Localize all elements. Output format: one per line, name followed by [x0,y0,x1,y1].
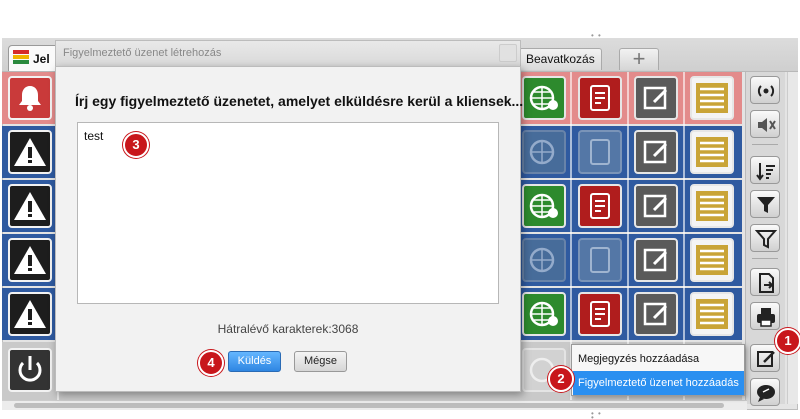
callout-badge: 2 [548,366,574,392]
dialog-titlebar[interactable]: Figyelmeztető üzenet létrehozás [55,40,521,66]
chat-button[interactable] [750,378,780,406]
warning-icon[interactable] [8,238,52,282]
globe-location-icon[interactable] [522,130,566,174]
remaining-characters: Hátralévő karakterek:3068 [55,322,521,336]
report-icon[interactable] [578,292,622,336]
globe-location-icon[interactable] [522,292,566,336]
filter-button[interactable] [750,190,780,218]
tab-beavatkozas[interactable]: Beavatkozás [519,48,602,70]
edit-icon[interactable] [634,130,678,174]
edit-icon[interactable] [634,292,678,336]
remaining-characters-label: Hátralévő karakterek: [217,322,332,336]
send-button[interactable]: Küldés [228,351,281,372]
warning-icon[interactable] [8,184,52,228]
add-note-button[interactable] [750,344,780,372]
top-strip [0,0,800,36]
globe-location-icon[interactable] [522,76,566,120]
globe-location-icon[interactable] [522,184,566,228]
bottom-resize-grip[interactable]: • • • [591,410,603,419]
list-icon[interactable] [690,292,734,336]
mute-button[interactable] [750,110,780,138]
tab-beavatkozas-label: Beavatkozás [526,52,595,66]
broadcast-button[interactable] [750,76,780,104]
toolbar-divider [752,144,778,145]
sort-button[interactable] [750,156,780,184]
report-icon[interactable] [578,238,622,282]
warning-icon[interactable] [8,130,52,174]
cancel-button[interactable]: Mégse [294,351,347,372]
tab-jel[interactable]: Jel [8,45,60,71]
toolbar-divider [752,258,778,259]
export-button[interactable] [750,268,780,296]
plus-icon: + [632,46,646,71]
dialog-heading: Írj egy figyelmeztető üzenetet, amelyet … [75,93,524,109]
screen: • • • Jel loor Beavatkozás + [0,0,800,419]
warning-icon[interactable] [8,292,52,336]
globe-location-icon[interactable] [522,238,566,282]
list-icon[interactable] [690,238,734,282]
edit-icon[interactable] [634,76,678,120]
list-icon[interactable] [690,76,734,120]
edit-icon[interactable] [634,184,678,228]
filter-clear-button[interactable] [750,224,780,252]
app-logo-icon [13,50,29,68]
report-icon[interactable] [578,130,622,174]
power-icon[interactable] [8,348,52,392]
dialog-close-button[interactable] [499,44,517,62]
remaining-characters-value: 3068 [331,322,359,336]
menu-item-add-note[interactable]: Megjegyzés hozzáadása [573,347,744,371]
report-icon[interactable] [578,76,622,120]
callout-badge: 1 [775,328,800,354]
bell-icon[interactable] [8,76,52,120]
tab-jel-label: Jel [33,52,50,66]
print-button[interactable] [750,302,780,330]
menu-item-add-warning-message[interactable]: Figyelmeztető üzenet hozzáadás [573,371,744,395]
list-icon[interactable] [690,184,734,228]
context-menu: Megjegyzés hozzáadása Figyelmeztető üzen… [571,344,745,396]
dialog-title: Figyelmeztető üzenet létrehozás [63,47,222,59]
list-icon[interactable] [690,130,734,174]
edit-icon[interactable] [634,238,678,282]
add-tab-button[interactable]: + [619,48,659,70]
scrollbar-thumb[interactable] [14,403,724,408]
report-icon[interactable] [578,184,622,228]
horizontal-scrollbar[interactable] [2,400,747,410]
vertical-scrollbar[interactable] [787,72,798,404]
callout-badge: 4 [198,350,224,376]
callout-badge: 3 [123,132,149,158]
